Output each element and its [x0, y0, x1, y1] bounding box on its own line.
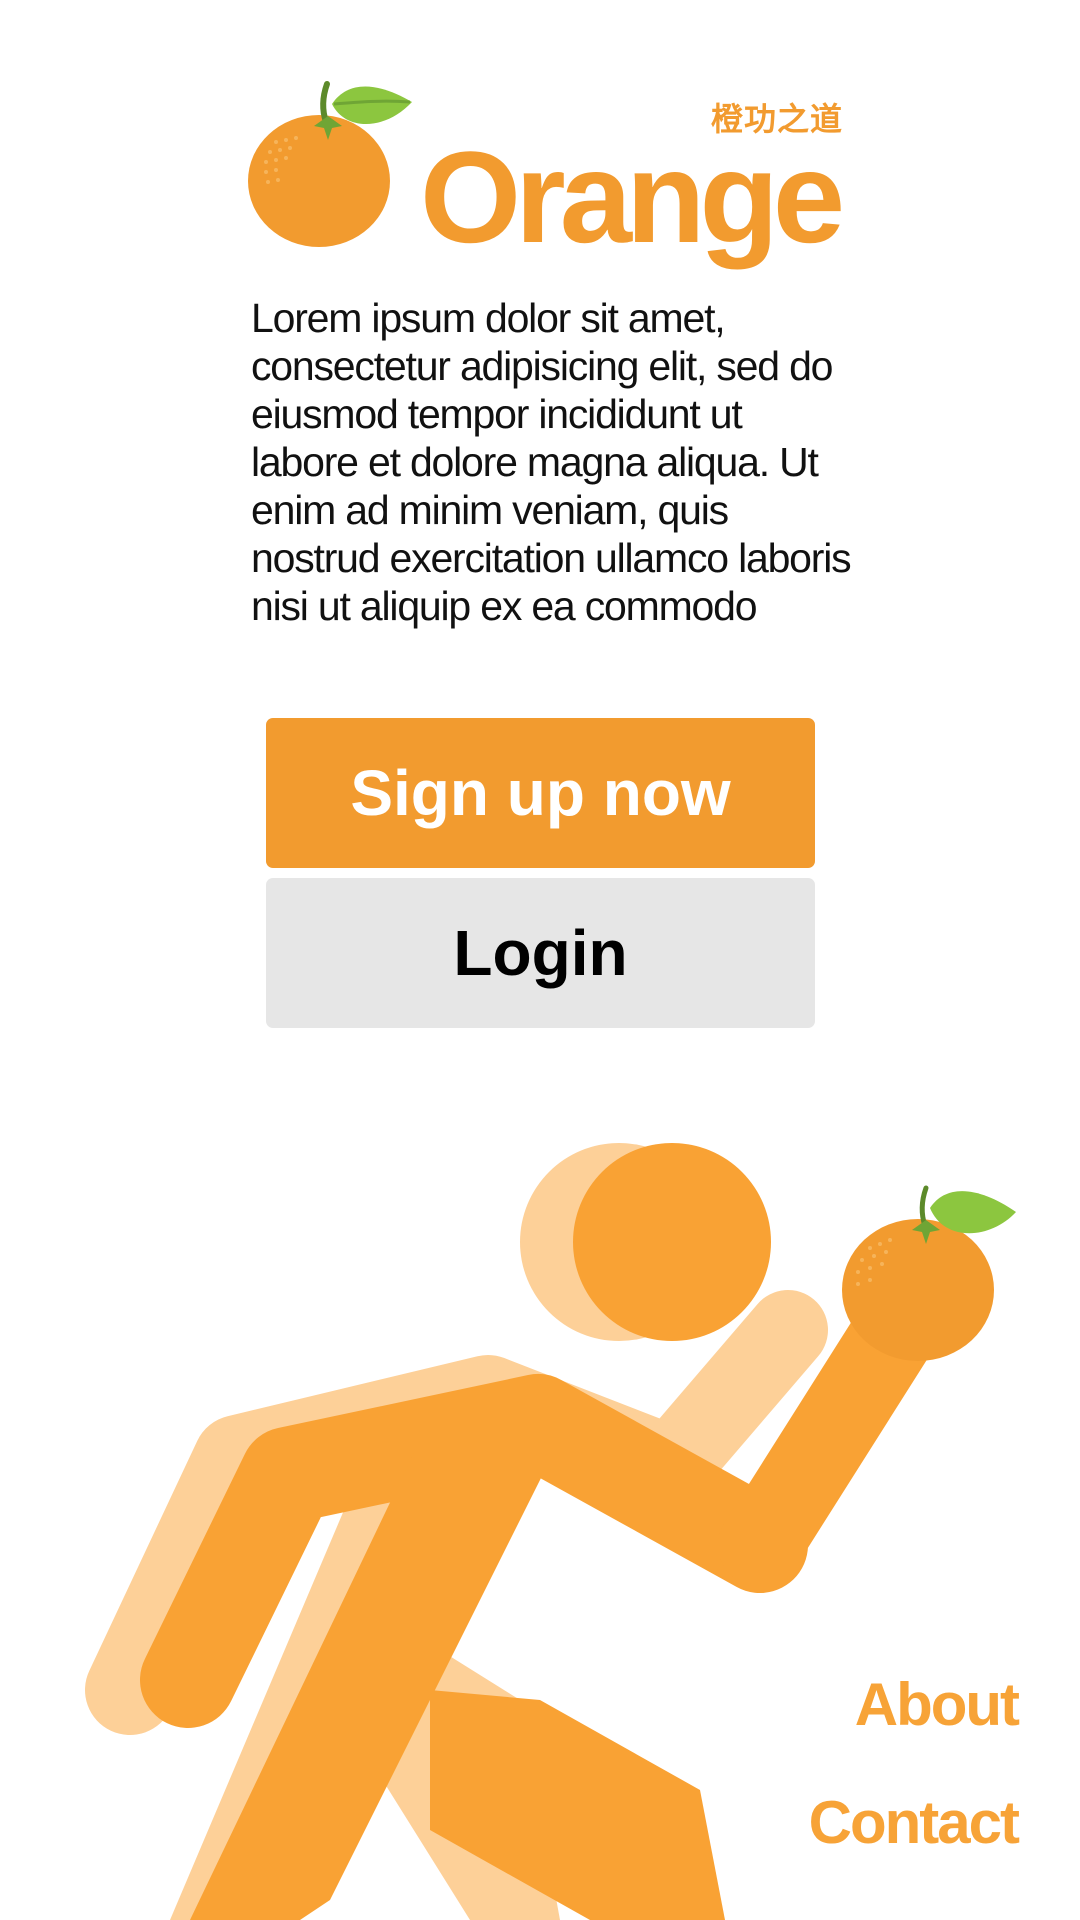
signup-button[interactable]: Sign up now	[266, 718, 815, 868]
brand-name: Orange	[420, 124, 845, 270]
brand-logo: 橙功之道 Orange	[248, 80, 848, 270]
nav-contact-link[interactable]: Contact	[809, 1788, 1020, 1857]
orange-fruit-icon	[248, 81, 412, 247]
intro-text: Lorem ipsum dolor sit amet, consectetur …	[251, 295, 852, 629]
login-button[interactable]: Login	[266, 878, 815, 1028]
nav-about-link[interactable]: About	[855, 1670, 1020, 1739]
held-orange-icon	[842, 1185, 1016, 1361]
